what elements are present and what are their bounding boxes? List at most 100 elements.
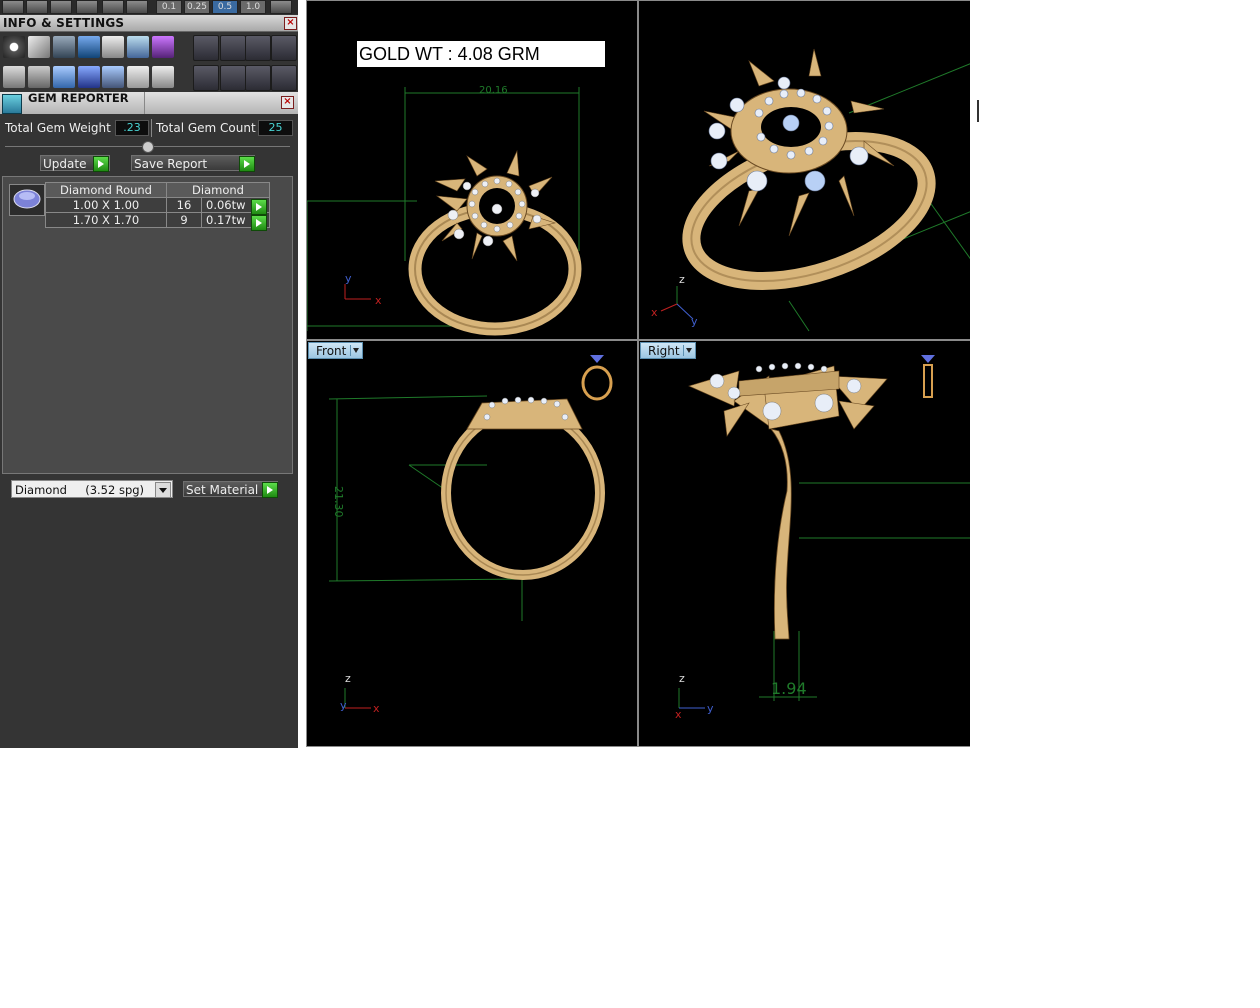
render-icon[interactable] bbox=[193, 35, 219, 61]
cube-icon[interactable] bbox=[152, 36, 174, 58]
table-row[interactable]: 1.70 X 1.70 9 0.17tw bbox=[45, 212, 270, 228]
viewport-perspective[interactable]: z x y bbox=[638, 0, 971, 340]
round-gem-icon bbox=[9, 184, 45, 216]
settings-gear-icon[interactable] bbox=[3, 36, 25, 58]
total-gem-count-label: Total Gem Count bbox=[156, 121, 256, 135]
cube-outline-icon[interactable] bbox=[53, 66, 75, 88]
filter-icon[interactable] bbox=[102, 66, 124, 88]
scrollbar[interactable] bbox=[970, 0, 980, 748]
thickness-dimension: 1.94 bbox=[771, 679, 807, 698]
gem-reporter-icon bbox=[2, 94, 22, 114]
axis-z-label: z bbox=[679, 672, 685, 685]
scale-icon[interactable] bbox=[271, 65, 297, 91]
grid-icon[interactable] bbox=[270, 0, 292, 14]
axis-y-label: y bbox=[691, 315, 698, 328]
transform-icon[interactable] bbox=[193, 65, 219, 91]
window-icon[interactable] bbox=[220, 35, 246, 61]
axis-x-label: x bbox=[375, 294, 382, 307]
splitter-handle-icon[interactable] bbox=[142, 141, 154, 153]
edit-icon[interactable] bbox=[127, 36, 149, 58]
toolbar-icon[interactable] bbox=[50, 0, 72, 14]
header-material: Diamond bbox=[166, 182, 270, 198]
box-icon[interactable] bbox=[78, 36, 100, 58]
view-selector-right[interactable]: Right bbox=[640, 342, 696, 359]
gem-reporter-header: GEM REPORTER × bbox=[0, 91, 298, 114]
toolbar-icon[interactable] bbox=[102, 0, 124, 14]
book-icon[interactable] bbox=[78, 66, 100, 88]
chevron-down-icon[interactable] bbox=[350, 345, 361, 356]
axis-indicator bbox=[660, 286, 694, 320]
gem-table: Diamond Round Diamond 1.00 X 1.00 16 0.0… bbox=[45, 182, 270, 228]
left-panel: 0.1 0.25 0.5 1.0 INFO & SETTINGS × GEM R… bbox=[0, 0, 298, 748]
axis-indicator bbox=[344, 688, 371, 709]
axis-z-label: z bbox=[345, 672, 351, 685]
save-report-go-icon[interactable] bbox=[239, 156, 255, 172]
measure-icon[interactable] bbox=[127, 66, 149, 88]
viewport-front[interactable]: 21.30 z y x Front bbox=[306, 340, 638, 747]
wrench-icon[interactable] bbox=[28, 36, 50, 58]
snap-value-2[interactable]: 0.25 bbox=[184, 0, 210, 14]
axis-y-label: y bbox=[707, 702, 714, 715]
panel-separator bbox=[298, 0, 305, 748]
snap-value-4[interactable]: 1.0 bbox=[240, 0, 266, 14]
top-toolbar-strip: 0.1 0.25 0.5 1.0 bbox=[0, 0, 298, 14]
axis-x-label: x bbox=[373, 702, 380, 715]
icon-row-1 bbox=[0, 32, 298, 62]
move-icon[interactable] bbox=[220, 65, 246, 91]
set-material-go-icon[interactable] bbox=[262, 482, 278, 498]
axis-x-label: x bbox=[675, 708, 682, 721]
table-row[interactable]: 1.00 X 1.00 16 0.06tw bbox=[45, 197, 270, 213]
material-select[interactable]: Diamond (3.52 spg) bbox=[11, 480, 173, 498]
set-material-button-label: Set Material bbox=[186, 483, 259, 497]
info-settings-title: INFO & SETTINGS bbox=[3, 16, 125, 30]
chevron-down-icon[interactable] bbox=[683, 345, 694, 356]
scrollbar-thumb[interactable] bbox=[977, 100, 979, 122]
axis-indicator bbox=[678, 688, 705, 709]
divider bbox=[151, 119, 152, 137]
list-icon[interactable] bbox=[152, 66, 174, 88]
axis-z-label: z bbox=[679, 273, 685, 286]
gem-table-area: Diamond Round Diamond 1.00 X 1.00 16 0.0… bbox=[2, 176, 293, 474]
gem-size: 1.70 X 1.70 bbox=[45, 212, 167, 228]
snap-value-1[interactable]: 0.1 bbox=[156, 0, 182, 14]
viewport-right[interactable]: 1.94 z x y Right bbox=[638, 340, 971, 747]
info-settings-header: INFO & SETTINGS × bbox=[0, 15, 298, 32]
close-icon[interactable]: × bbox=[281, 96, 294, 109]
rotate-icon[interactable] bbox=[245, 65, 271, 91]
axis-y-label: y bbox=[340, 699, 347, 712]
update-button-label: Update bbox=[43, 157, 87, 171]
chevron-down-icon[interactable] bbox=[155, 482, 171, 498]
save-report-button[interactable]: Save Report bbox=[131, 155, 255, 171]
row-select-icon[interactable] bbox=[251, 215, 267, 231]
total-gem-count-value: 25 bbox=[258, 120, 293, 136]
axis-x-label: x bbox=[651, 306, 658, 319]
update-go-icon[interactable] bbox=[93, 156, 109, 172]
top-view-drawing: 20.16 y x bbox=[307, 85, 582, 336]
window-split-icon[interactable] bbox=[245, 35, 271, 61]
right-view-drawing: 1.94 z x y bbox=[675, 355, 970, 721]
grid-view-icon[interactable] bbox=[3, 66, 25, 88]
close-icon[interactable]: × bbox=[284, 17, 297, 30]
snap-value-3[interactable]: 0.5 bbox=[212, 0, 238, 14]
toolbar-icon[interactable] bbox=[126, 0, 148, 14]
monitor-icon[interactable] bbox=[28, 66, 50, 88]
window-close-icon[interactable] bbox=[271, 35, 297, 61]
toolbar-icon[interactable] bbox=[76, 0, 98, 14]
gem-count: 9 bbox=[166, 212, 202, 228]
layers-icon[interactable] bbox=[53, 36, 75, 58]
view-label-front: Front bbox=[316, 344, 347, 358]
toolbar-icon[interactable] bbox=[26, 0, 48, 14]
material-select-value: Diamond (3.52 spg) bbox=[15, 483, 145, 497]
view-selector-front[interactable]: Front bbox=[308, 342, 363, 359]
gem-reporter-title: GEM REPORTER bbox=[28, 91, 129, 105]
row-select-icon[interactable] bbox=[251, 199, 267, 215]
cad-window: 0.1 0.25 0.5 1.0 INFO & SETTINGS × GEM R… bbox=[0, 0, 980, 748]
toolbar-icon[interactable] bbox=[2, 0, 24, 14]
height-dimension: 21.30 bbox=[332, 486, 345, 518]
viewport-top[interactable]: GOLD WT : 4.08 GRM 20.16 y x bbox=[306, 0, 638, 340]
finger-gauge-icon bbox=[921, 355, 935, 398]
axis-indicator bbox=[344, 284, 371, 300]
width-dimension: 20.16 bbox=[479, 85, 508, 96]
document-icon[interactable] bbox=[102, 36, 124, 58]
ring-thumbnail-icon bbox=[581, 355, 613, 401]
